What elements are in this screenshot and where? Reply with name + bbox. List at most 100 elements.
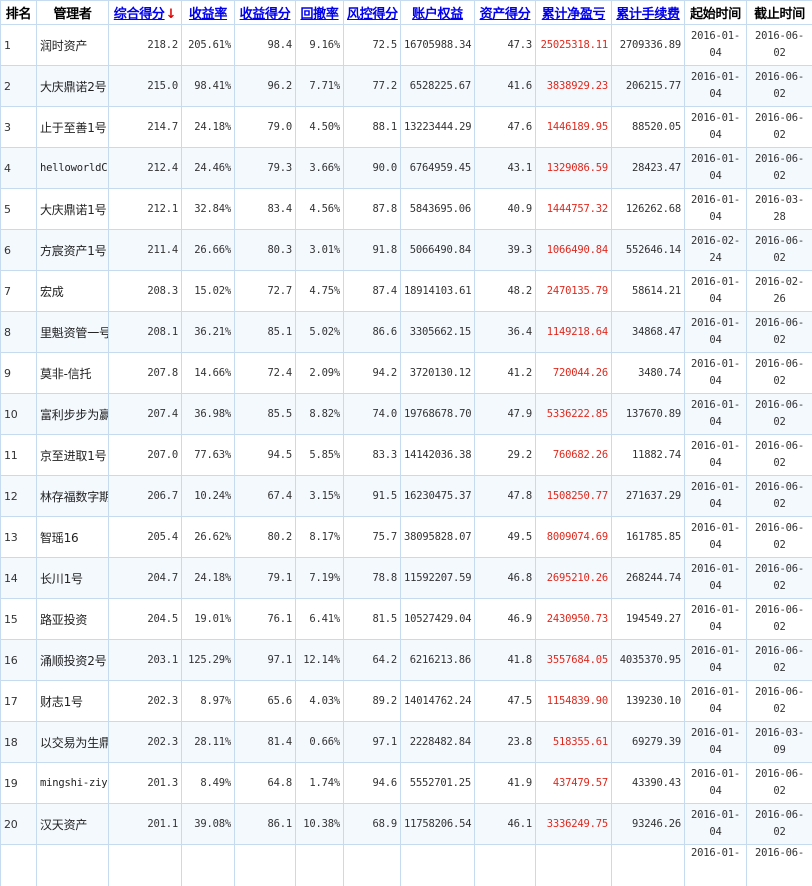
net-pnl-cell: 1444757.32 [536, 189, 612, 230]
net-pnl-cell: 720044.26 [536, 353, 612, 394]
rank-cell: 12 [1, 476, 37, 517]
sort-link-return-rate[interactable]: 收益率 [189, 7, 227, 22]
equity-cell: 16230475.37 [401, 476, 475, 517]
column-header-drawdown[interactable]: 回撤率 [296, 1, 344, 25]
risk-score-cell: 74.0 [344, 394, 401, 435]
date-line: 2016-02- [748, 274, 811, 291]
asset-score-cell: 46.8 [475, 558, 536, 599]
drawdown-cell: 4.75% [296, 271, 344, 312]
return-score-cell: 64.8 [235, 763, 296, 804]
date-line: 2016-01- [686, 725, 745, 742]
score-cell: 201.3 [109, 763, 182, 804]
return-score-cell: 79.1 [235, 558, 296, 599]
date-line: 2016-06- [748, 69, 811, 86]
manager-cell: 路亚投资 [37, 599, 109, 640]
risk-score-cell: 91.5 [344, 476, 401, 517]
column-header-label: 管理者 [53, 7, 91, 22]
net-pnl-cell: 1329086.59 [536, 148, 612, 189]
start-time-cell: 2016-01-04 [685, 476, 747, 517]
column-header-risk-score[interactable]: 风控得分 [344, 1, 401, 25]
equity-cell: 38095828.07 [401, 517, 475, 558]
end-time-cell: 2016-06-02 [747, 230, 812, 271]
sort-link-asset-score[interactable]: 资产得分 [480, 7, 531, 22]
net-pnl-cell: 5336222.85 [536, 394, 612, 435]
drawdown-cell: 8.17% [296, 517, 344, 558]
start-time-cell: 2016-01-04 [685, 66, 747, 107]
date-line: 2016-06- [748, 28, 811, 45]
column-header-total-score[interactable]: 综合得分↓ [109, 1, 182, 25]
sort-link-risk-score[interactable]: 风控得分 [347, 7, 398, 22]
return-score-cell: 83.4 [235, 189, 296, 230]
table-row: 4helloworldC212.424.46%79.33.66%90.06764… [1, 148, 812, 189]
date-line: 02 [748, 168, 811, 185]
date-line: 2016-01- [686, 110, 745, 127]
table-row: 5大庆鼎诺1号212.132.84%83.44.56%87.85843695.0… [1, 189, 812, 230]
column-header-fees[interactable]: 累计手续费 [612, 1, 685, 25]
date-line: 02 [748, 496, 811, 513]
start-time-cell: 2016-01-04 [685, 640, 747, 681]
rank-cell: 14 [1, 558, 37, 599]
fees-cell: 43390.43 [612, 763, 685, 804]
equity-cell: 14142036.38 [401, 435, 475, 476]
rank-cell: 3 [1, 107, 37, 148]
fees-cell: 3480.74 [612, 353, 685, 394]
table-row: 17财志1号202.38.97%65.64.03%89.214014762.24… [1, 681, 812, 722]
score-cell: 215.0 [109, 66, 182, 107]
table-body: 1润时资产218.2205.61%98.49.16%72.516705988.3… [1, 25, 812, 886]
sort-link-fees[interactable]: 累计手续费 [616, 7, 680, 22]
score-cell: 212.1 [109, 189, 182, 230]
equity-cell: 6528225.67 [401, 66, 475, 107]
score-cell: 207.8 [109, 353, 182, 394]
end-time-cell: 2016-06-02 [747, 476, 812, 517]
drawdown-cell: 3.66% [296, 148, 344, 189]
end-time-cell: 2016-06-02 [747, 681, 812, 722]
start-time-cell: 2016-01-04 [685, 148, 747, 189]
asset-score-cell: 23.8 [475, 722, 536, 763]
start-time-cell: 2016-01-04 [685, 517, 747, 558]
manager-cell: 智瑶16 [37, 517, 109, 558]
risk-score-cell: 75.7 [344, 517, 401, 558]
date-line: 04 [686, 373, 745, 390]
return-score-cell: 81.4 [235, 722, 296, 763]
drawdown-cell: 9.16% [296, 25, 344, 66]
date-line: 04 [686, 455, 745, 472]
start-time-cell: 2016-01- [685, 845, 747, 886]
column-header-return-score[interactable]: 收益得分 [235, 1, 296, 25]
sort-link-total-score[interactable]: 综合得分 [114, 7, 165, 22]
end-time-cell: 2016-06-02 [747, 25, 812, 66]
drawdown-cell: 0.66% [296, 722, 344, 763]
rank-cell: 2 [1, 66, 37, 107]
start-time-cell: 2016-01-04 [685, 189, 747, 230]
rank-cell: 18 [1, 722, 37, 763]
column-header-asset-score[interactable]: 资产得分 [475, 1, 536, 25]
date-line: 04 [686, 578, 745, 595]
sort-link-drawdown[interactable]: 回撤率 [300, 7, 338, 22]
fees-cell: 161785.85 [612, 517, 685, 558]
date-line: 04 [686, 291, 745, 308]
risk-score-cell: 89.2 [344, 681, 401, 722]
date-line: 04 [686, 332, 745, 349]
sort-link-equity[interactable]: 账户权益 [412, 7, 463, 22]
rank-cell: 9 [1, 353, 37, 394]
rank-cell: 10 [1, 394, 37, 435]
date-line: 2016-01- [686, 315, 745, 332]
column-header-net-pnl[interactable]: 累计净盈亏 [536, 1, 612, 25]
column-header-equity[interactable]: 账户权益 [401, 1, 475, 25]
rank-cell: 16 [1, 640, 37, 681]
return-rate-cell: 32.84% [182, 189, 235, 230]
column-header-return-rate[interactable]: 收益率 [182, 1, 235, 25]
date-line: 2016-01- [686, 69, 745, 86]
table-row: 11京至进取1号207.077.63%94.55.85%83.314142036… [1, 435, 812, 476]
score-cell: 202.3 [109, 681, 182, 722]
return-score-cell: 94.5 [235, 435, 296, 476]
asset-score-cell: 47.9 [475, 394, 536, 435]
net-pnl-cell: 1154839.90 [536, 681, 612, 722]
date-line: 04 [686, 209, 745, 226]
equity-cell: 2228482.84 [401, 722, 475, 763]
return-rate-cell: 36.98% [182, 394, 235, 435]
date-line: 02 [748, 455, 811, 472]
empty-cell [296, 845, 344, 886]
drawdown-cell: 4.03% [296, 681, 344, 722]
sort-link-return-score[interactable]: 收益得分 [240, 7, 291, 22]
sort-link-net-pnl[interactable]: 累计净盈亏 [542, 7, 606, 22]
